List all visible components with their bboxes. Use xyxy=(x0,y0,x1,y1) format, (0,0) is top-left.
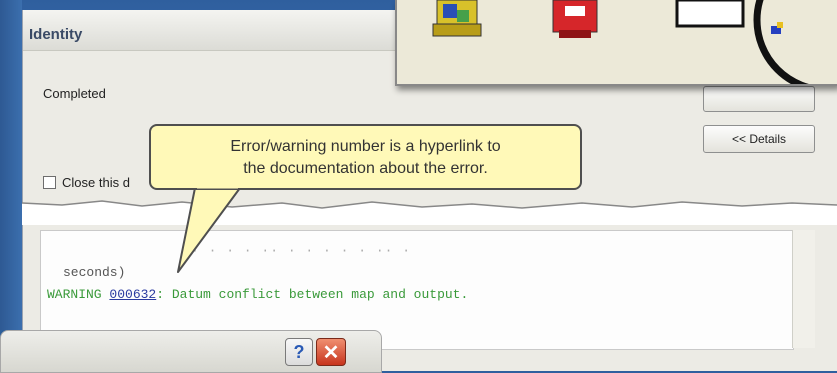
warning-text: : Datum conflict between map and output. xyxy=(156,287,469,302)
toolbar-overlay xyxy=(395,0,837,86)
close-when-done-checkbox[interactable]: Close this d xyxy=(43,175,130,190)
faded-log-text: · · · · ·· · · · · · ·· · xyxy=(191,243,412,258)
callout-line-2: the documentation about the error. xyxy=(243,160,488,177)
mini-dialog-titlebar: ? ✕ xyxy=(0,330,382,373)
details-button[interactable]: << Details xyxy=(703,125,815,153)
callout-tooltip: Error/warning number is a hyperlink to t… xyxy=(149,124,582,190)
red-toolbox-icon[interactable] xyxy=(545,0,605,44)
warning-prefix: WARNING xyxy=(47,287,102,302)
model-icon[interactable] xyxy=(745,0,837,84)
callout-line-1: Error/warning number is a hyperlink to xyxy=(230,138,501,155)
checkbox-label: Close this d xyxy=(62,175,130,190)
warning-code-link[interactable]: 000632 xyxy=(109,287,156,302)
desktop-background xyxy=(0,0,22,330)
warning-line: WARNING 000632: Datum conflict between m… xyxy=(47,287,468,302)
toolbox-icon[interactable] xyxy=(427,0,487,44)
checkbox-box[interactable] xyxy=(43,176,56,189)
torn-edge xyxy=(22,200,837,225)
dialog-title: Identity xyxy=(29,26,83,43)
status-text: Completed xyxy=(43,86,106,101)
help-button[interactable]: ? xyxy=(285,338,313,366)
close-button[interactable] xyxy=(703,86,815,112)
close-icon[interactable]: ✕ xyxy=(316,338,346,366)
log-scrollbar[interactable] xyxy=(792,230,815,348)
log-line: seconds) xyxy=(63,265,126,280)
blank-window-icon[interactable] xyxy=(675,0,745,30)
